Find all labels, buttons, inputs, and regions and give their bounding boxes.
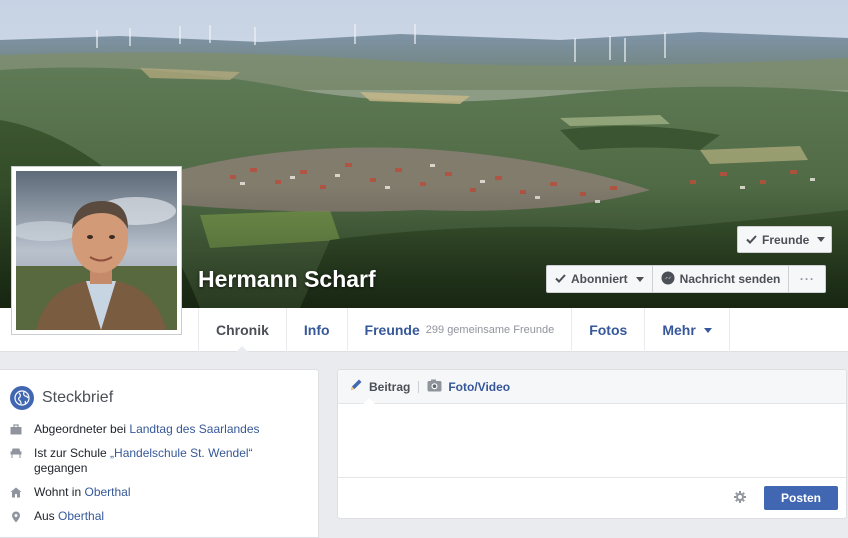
home-icon: [10, 485, 22, 500]
residence-link[interactable]: Oberthal: [84, 485, 130, 499]
send-message-label: Nachricht senden: [679, 272, 781, 286]
composer-tabs: Beitrag Foto/Video: [338, 370, 846, 404]
globe-icon: [10, 386, 34, 410]
chevron-down-icon: [635, 276, 644, 282]
intro-text: Abgeordneter bei: [34, 422, 130, 436]
profile-photo-image: [16, 171, 177, 330]
intro-item-work: Abgeordneter bei Landtag des Saarlandes: [10, 422, 308, 437]
location-pin-icon: [10, 509, 22, 524]
mutual-friends-count: 299 gemeinsame Freunde: [425, 324, 555, 336]
intro-header: Steckbrief: [0, 370, 318, 414]
tab-photo-video-label: Foto/Video: [448, 379, 511, 394]
profile-name[interactable]: Hermann Scharf: [198, 266, 376, 293]
profile-action-buttons: Abonniert Nachricht senden ···: [546, 265, 827, 293]
checkmark-icon: [746, 233, 757, 247]
more-options-button[interactable]: ···: [789, 265, 827, 293]
friends-button[interactable]: Freunde: [737, 226, 832, 253]
intro-text: Wohnt in: [34, 485, 85, 499]
tab-photo-video[interactable]: Foto/Video: [427, 379, 510, 395]
tab-timeline-label: Chronik: [216, 322, 269, 338]
school-icon: [10, 446, 22, 476]
camera-icon: [427, 379, 442, 395]
post-button[interactable]: Posten: [764, 486, 838, 510]
intro-item-hometown: Aus Oberthal: [10, 509, 308, 524]
tab-post-label: Beitrag: [369, 379, 411, 394]
messenger-icon: [661, 271, 675, 288]
briefcase-icon: [10, 422, 22, 437]
tab-friends[interactable]: Freunde 299 gemeinsame Freunde: [346, 308, 572, 352]
school-link[interactable]: „Handelschule St. Wendel“: [110, 446, 253, 460]
more-dots-icon: ···: [799, 272, 815, 286]
post-composer: Beitrag Foto/Video Posten: [337, 369, 847, 519]
chevron-down-icon: [703, 327, 712, 333]
composer-text-area[interactable]: [338, 404, 846, 478]
intro-title: Steckbrief: [42, 389, 114, 406]
pencil-icon: [349, 378, 363, 395]
tab-photos-label: Fotos: [589, 322, 628, 338]
composer-footer: Posten: [338, 478, 846, 518]
tab-photos[interactable]: Fotos: [571, 308, 644, 352]
tab-timeline[interactable]: Chronik: [198, 308, 286, 353]
intro-text: gegangen: [34, 461, 88, 475]
subscribed-button[interactable]: Abonniert: [546, 265, 653, 293]
separator: [418, 380, 420, 393]
workplace-link[interactable]: Landtag des Saarlandes: [129, 422, 259, 436]
profile-picture[interactable]: [11, 166, 182, 335]
friends-button-label: Freunde: [762, 232, 810, 247]
tab-more-label: Mehr: [662, 322, 696, 338]
gear-icon[interactable]: [734, 490, 746, 506]
intro-text: Aus: [34, 509, 59, 523]
tab-post[interactable]: Beitrag: [349, 378, 410, 395]
intro-item-residence: Wohnt in Oberthal: [10, 485, 308, 500]
hometown-link[interactable]: Oberthal: [58, 509, 104, 523]
tab-friends-label: Freunde: [364, 322, 420, 338]
profile-tabs: Chronik Info Freunde 299 gemeinsame Freu…: [198, 308, 730, 353]
checkmark-icon: [555, 272, 566, 286]
intro-text: Ist zur Schule: [34, 446, 111, 460]
intro-list: Abgeordneter bei Landtag des Saarlandes …: [0, 414, 318, 524]
intro-item-education: Ist zur Schule „Handelschule St. Wendel“…: [10, 446, 308, 476]
subscribed-button-label: Abonniert: [571, 272, 628, 286]
send-message-button[interactable]: Nachricht senden: [652, 265, 790, 293]
tab-more[interactable]: Mehr: [644, 308, 730, 352]
chevron-down-icon: [817, 237, 826, 242]
tab-info-label: Info: [303, 322, 330, 338]
intro-card: Steckbrief Abgeordneter bei Landtag des …: [0, 369, 319, 538]
tab-info[interactable]: Info: [285, 308, 347, 352]
